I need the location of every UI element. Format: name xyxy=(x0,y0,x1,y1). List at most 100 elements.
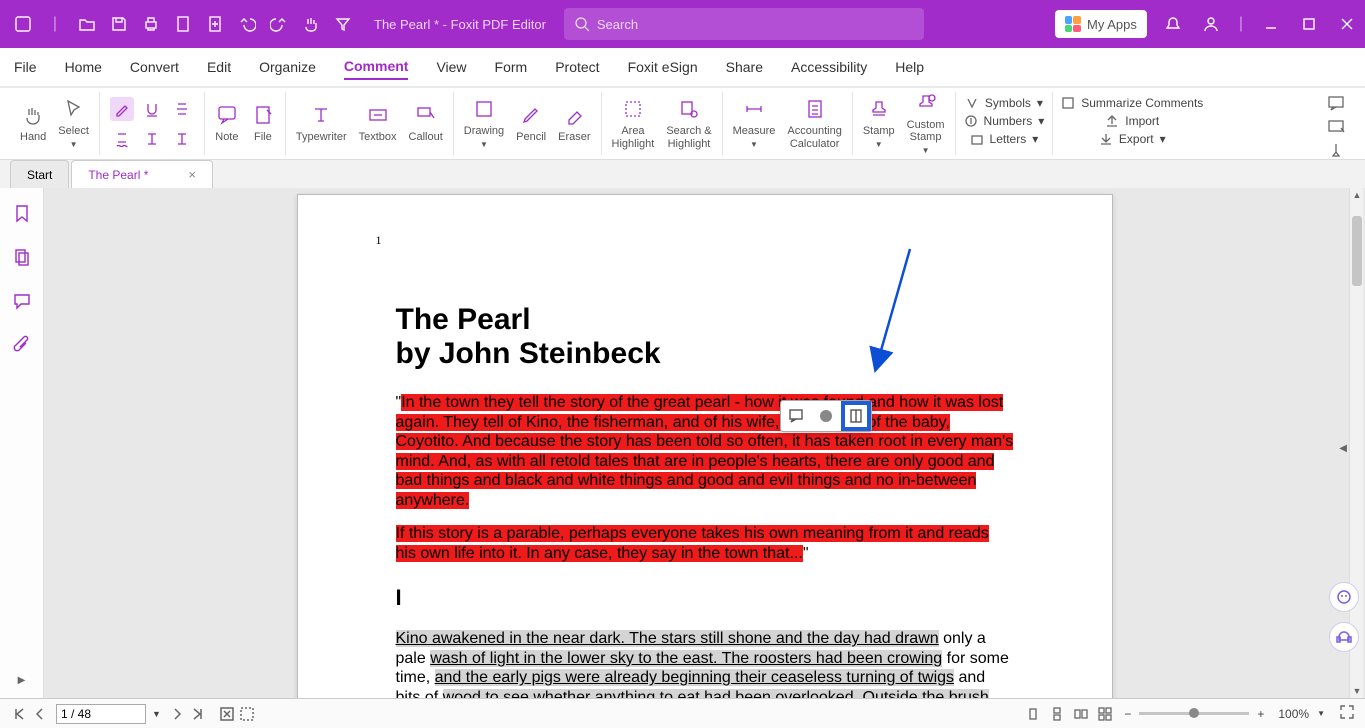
menu-protect[interactable]: Protect xyxy=(555,55,599,79)
callout-tool[interactable]: Callout xyxy=(409,103,443,143)
undo-icon[interactable] xyxy=(238,15,256,33)
maximize-button[interactable] xyxy=(1299,14,1319,34)
zoom-in-button[interactable]: + xyxy=(1257,707,1264,721)
attachments-icon[interactable] xyxy=(11,334,33,356)
underline-tool[interactable] xyxy=(140,97,164,121)
notifications-icon[interactable] xyxy=(1163,14,1183,34)
eraser-tool[interactable]: Eraser xyxy=(558,103,590,143)
ai-assistant-icon[interactable] xyxy=(1329,582,1359,612)
select-tool[interactable]: Select▼ xyxy=(58,97,89,150)
export-comments-button[interactable]: Export ▾ xyxy=(1099,132,1166,146)
sidebar-expand-icon[interactable]: ▶ xyxy=(18,675,26,686)
custom-stamp-tool[interactable]: Custom Stamp▼ xyxy=(907,91,945,156)
drawing-tool[interactable]: Drawing▼ xyxy=(464,97,504,150)
search-box[interactable] xyxy=(564,8,924,40)
first-page-button[interactable] xyxy=(10,704,30,724)
scroll-down-icon[interactable]: ▼ xyxy=(1352,686,1362,696)
tab-document[interactable]: The Pearl * × xyxy=(71,160,213,188)
print-icon[interactable] xyxy=(142,15,160,33)
zoom-slider[interactable] xyxy=(1139,712,1249,715)
menu-view[interactable]: View xyxy=(436,55,466,79)
measure-tool[interactable]: Measure▼ xyxy=(733,97,776,150)
letters-dropdown[interactable]: Letters ▾ xyxy=(970,132,1039,146)
import-comments-button[interactable]: Import xyxy=(1105,114,1159,128)
facing-view-icon[interactable] xyxy=(1072,705,1090,723)
menu-organize[interactable]: Organize xyxy=(259,55,316,79)
open-icon[interactable] xyxy=(78,15,96,33)
zoom-dropdown-icon[interactable]: ▼ xyxy=(1317,709,1325,718)
tab-close-icon[interactable]: × xyxy=(188,167,196,182)
save-icon[interactable] xyxy=(110,15,128,33)
minimize-button[interactable] xyxy=(1261,14,1281,34)
my-apps-button[interactable]: My Apps xyxy=(1055,10,1147,38)
properties-button[interactable] xyxy=(841,401,871,431)
comments-icon[interactable] xyxy=(11,290,33,312)
symbols-dropdown[interactable]: Symbols ▾ xyxy=(965,96,1043,110)
replace-text-tool[interactable] xyxy=(140,127,164,151)
close-button[interactable] xyxy=(1337,14,1357,34)
last-page-button[interactable] xyxy=(187,704,207,724)
prev-page-button[interactable] xyxy=(30,704,50,724)
note-tool[interactable]: Note xyxy=(215,103,239,143)
bookmarks-icon[interactable] xyxy=(11,202,33,224)
zoom-value[interactable]: 100% xyxy=(1278,707,1309,721)
file-attachment-tool[interactable]: File xyxy=(251,103,275,143)
menu-form[interactable]: Form xyxy=(495,55,528,79)
insert-text-tool[interactable] xyxy=(170,127,194,151)
menu-share[interactable]: Share xyxy=(726,55,763,79)
highlighted-text-1[interactable]: In the town they tell the story of the g… xyxy=(396,394,1014,509)
menu-home[interactable]: Home xyxy=(65,55,102,79)
stamp-tool[interactable]: Stamp▼ xyxy=(863,97,895,150)
menu-file[interactable]: File xyxy=(14,55,37,79)
comments-panel-icon[interactable] xyxy=(1325,94,1347,112)
search-highlight-tool[interactable]: Search & Highlight xyxy=(666,97,711,149)
ai-chat-icon[interactable] xyxy=(1325,118,1347,136)
area-highlight-tool[interactable]: Area Highlight xyxy=(612,97,655,149)
accounting-tool[interactable]: Accounting Calculator xyxy=(787,97,841,149)
highlight-tool[interactable] xyxy=(110,97,134,121)
numbers-dropdown[interactable]: Numbers ▾ xyxy=(964,114,1045,128)
typewriter-tool[interactable]: Typewriter xyxy=(296,103,347,143)
continuous-view-icon[interactable] xyxy=(1048,705,1066,723)
document-viewport[interactable]: 1 The Pearl by John Steinbeck "In the to… xyxy=(44,188,1365,698)
hand-tool[interactable]: Hand xyxy=(20,103,46,143)
menu-help[interactable]: Help xyxy=(895,55,924,79)
menu-comment[interactable]: Comment xyxy=(344,54,409,80)
right-panel-expand-icon[interactable]: ◀ xyxy=(1339,443,1347,454)
account-icon[interactable] xyxy=(1201,14,1221,34)
color-picker-button[interactable] xyxy=(811,401,841,431)
textbox-tool[interactable]: Textbox xyxy=(359,103,397,143)
hand-dropdown-icon[interactable] xyxy=(302,15,320,33)
search-input[interactable] xyxy=(597,17,914,32)
menu-edit[interactable]: Edit xyxy=(207,55,231,79)
tab-start[interactable]: Start xyxy=(10,160,69,188)
redo-icon[interactable] xyxy=(270,15,288,33)
fit-page-button[interactable] xyxy=(217,704,237,724)
strikeout-tool[interactable] xyxy=(170,97,194,121)
squiggly-tool[interactable] xyxy=(110,127,134,151)
support-icon[interactable] xyxy=(1329,622,1359,652)
filter-icon[interactable] xyxy=(334,15,352,33)
page-number-field[interactable] xyxy=(56,704,146,724)
scrollbar-thumb[interactable] xyxy=(1352,216,1362,286)
pencil-tool[interactable]: Pencil xyxy=(516,103,546,143)
menu-esign[interactable]: Foxit eSign xyxy=(628,55,698,79)
next-page-button[interactable] xyxy=(167,704,187,724)
zoom-out-button[interactable]: − xyxy=(1124,707,1131,721)
pin-icon[interactable] xyxy=(1325,142,1347,160)
export-pdf-icon[interactable] xyxy=(174,15,192,33)
menu-accessibility[interactable]: Accessibility xyxy=(791,55,867,79)
menu-convert[interactable]: Convert xyxy=(130,55,179,79)
add-note-button[interactable] xyxy=(781,401,811,431)
scroll-up-icon[interactable]: ▲ xyxy=(1352,190,1362,200)
fullscreen-button[interactable] xyxy=(1339,704,1355,723)
summarize-comments-button[interactable]: Summarize Comments xyxy=(1061,96,1203,110)
single-page-view-icon[interactable] xyxy=(1024,705,1042,723)
pages-icon[interactable] xyxy=(11,246,33,268)
new-doc-icon[interactable] xyxy=(206,15,224,33)
zoom-slider-knob[interactable] xyxy=(1189,708,1199,718)
highlighted-text-2[interactable]: If this story is a parable, perhaps ever… xyxy=(396,525,989,562)
continuous-facing-view-icon[interactable] xyxy=(1096,705,1114,723)
page-dropdown-icon[interactable]: ▼ xyxy=(152,709,161,719)
reflow-button[interactable] xyxy=(237,704,257,724)
